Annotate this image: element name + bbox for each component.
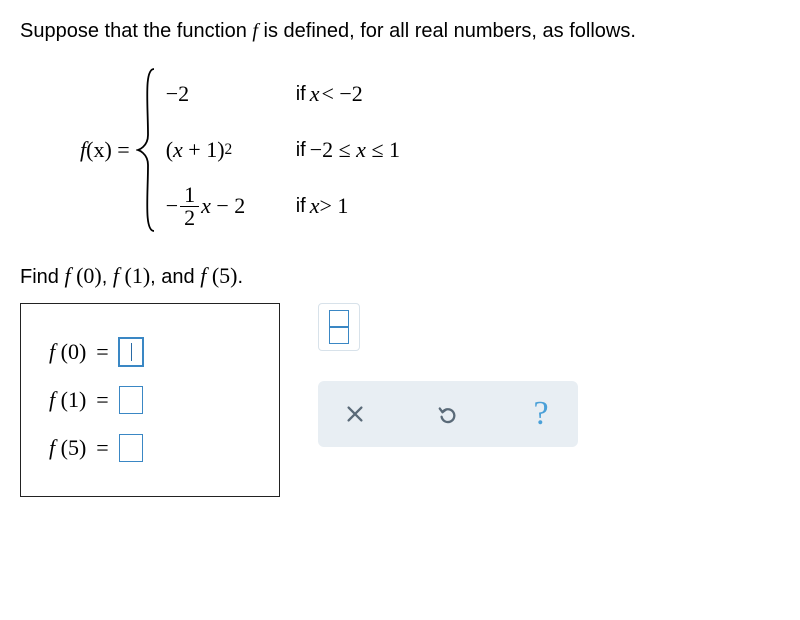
answer-input-f0[interactable]: [119, 338, 143, 366]
intro-text: Suppose that the function f is defined, …: [20, 20, 780, 43]
answer-area: f (0) = f (1) = f (5) =: [20, 303, 780, 497]
fraction-tool-num-icon: [329, 310, 349, 326]
ans0-arg: (0): [61, 339, 87, 364]
left-brace-icon: [136, 65, 158, 235]
piecewise-cond-1: if x < −2: [296, 81, 363, 107]
ans0-eq: =: [96, 339, 108, 365]
ans2-f: f: [49, 435, 55, 460]
answer-row-f1: f (1) =: [49, 386, 251, 414]
piecewise-row-2: (x + 1)2 if −2 ≤ x ≤ 1: [166, 122, 400, 178]
expr2-sup: 2: [225, 141, 233, 159]
answer-input-f1[interactable]: [119, 386, 143, 414]
cond3-if: if: [296, 195, 306, 218]
piecewise-expr-2: (x + 1)2: [166, 137, 296, 163]
find-prefix: Find: [20, 266, 64, 288]
piecewise-expr-3: − 1 2 x − 2: [166, 184, 296, 229]
answer-row-f0: f (0) =: [49, 338, 251, 366]
answer-box: f (0) = f (1) = f (5) =: [20, 303, 280, 497]
piecewise-row-3: − 1 2 x − 2 if x > 1: [166, 178, 400, 234]
find-period: .: [237, 266, 243, 288]
tool-column: ?: [318, 303, 618, 447]
piecewise-cases: −2 if x < −2 (x + 1)2 if −2 ≤ x ≤ 1 − 1 …: [166, 66, 400, 234]
piecewise-row-1: −2 if x < −2: [166, 66, 400, 122]
expr3-frac: 1 2: [180, 184, 199, 229]
fraction-tool-den-icon: [329, 328, 349, 344]
ans1-eq: =: [96, 387, 108, 413]
piecewise-cond-3: if x > 1: [296, 193, 349, 219]
intro-suffix: is defined, for all real numbers, as fol…: [258, 20, 636, 42]
answer-row-f5: f (5) =: [49, 434, 251, 462]
ans2-arg: (5): [61, 435, 87, 460]
find-and: , and: [150, 266, 200, 288]
cond1-if: if: [296, 83, 306, 106]
piecewise-lhs: f(x) =: [80, 137, 130, 163]
answer-input-f5[interactable]: [119, 434, 143, 462]
ans0-f: f: [49, 339, 55, 364]
ans1-arg: (1): [61, 387, 87, 412]
expr3-neg: −: [166, 193, 178, 219]
lhs-paren: (x) =: [86, 137, 130, 162]
expr1-text: −2: [166, 81, 189, 107]
undo-button[interactable]: [433, 399, 463, 429]
expr3-num: 1: [180, 184, 199, 207]
ans1-f: f: [49, 387, 55, 412]
intro-prefix: Suppose that the function: [20, 20, 252, 42]
fraction-tool-button[interactable]: [318, 303, 360, 351]
close-icon: [344, 403, 366, 425]
help-toolbar: ?: [318, 381, 578, 447]
undo-icon: [437, 403, 459, 425]
expr3-den: 2: [180, 207, 199, 229]
help-button[interactable]: ?: [526, 399, 556, 429]
clear-button[interactable]: [340, 399, 370, 429]
piecewise-expr-1: −2: [166, 81, 296, 107]
ans2-eq: =: [96, 435, 108, 461]
piecewise-cond-2: if −2 ≤ x ≤ 1: [296, 137, 400, 163]
find-instruction: Find f (0), f (1), and f (5).: [20, 263, 780, 289]
cond2-if: if: [296, 139, 306, 162]
find-sep1: ,: [102, 266, 113, 288]
piecewise-definition: f(x) = −2 if x < −2 (x + 1)2 if −2 ≤ x ≤…: [80, 65, 780, 235]
